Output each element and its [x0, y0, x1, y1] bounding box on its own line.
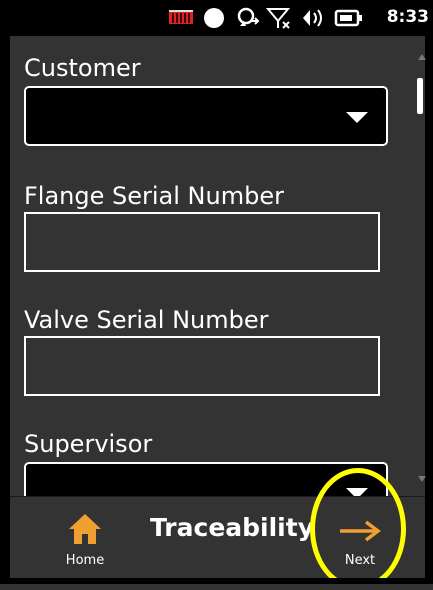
device-frame-left	[0, 0, 10, 584]
customer-dropdown[interactable]	[24, 86, 388, 146]
customer-label: Customer	[24, 54, 141, 82]
status-bar: 8:33	[0, 0, 433, 36]
device-frame-bottom	[0, 578, 433, 584]
clock: 8:33	[386, 7, 429, 27]
device-frame-right	[425, 0, 433, 584]
valve-serial-label: Valve Serial Number	[24, 306, 269, 334]
flange-serial-input[interactable]	[24, 212, 380, 272]
home-button[interactable]: Home	[50, 503, 120, 573]
home-icon	[69, 514, 101, 544]
scrollbar[interactable]	[416, 44, 426, 484]
volume-icon	[303, 9, 322, 27]
sync-icon	[237, 7, 260, 26]
scroll-up-icon[interactable]	[418, 54, 426, 60]
scroll-thumb[interactable]	[417, 78, 423, 114]
battery-meter-icon	[169, 10, 193, 24]
flange-serial-label: Flange Serial Number	[24, 182, 284, 210]
scroll-down-icon[interactable]	[418, 476, 426, 482]
record-icon	[204, 8, 224, 28]
no-signal-icon	[266, 8, 291, 29]
home-label: Home	[65, 553, 105, 568]
valve-serial-input[interactable]	[24, 336, 380, 396]
battery-icon	[334, 9, 362, 27]
supervisor-label: Supervisor	[24, 430, 153, 458]
highlight-circle	[310, 468, 406, 580]
page-title: Traceability	[150, 513, 315, 542]
chevron-down-icon[interactable]	[346, 112, 368, 123]
